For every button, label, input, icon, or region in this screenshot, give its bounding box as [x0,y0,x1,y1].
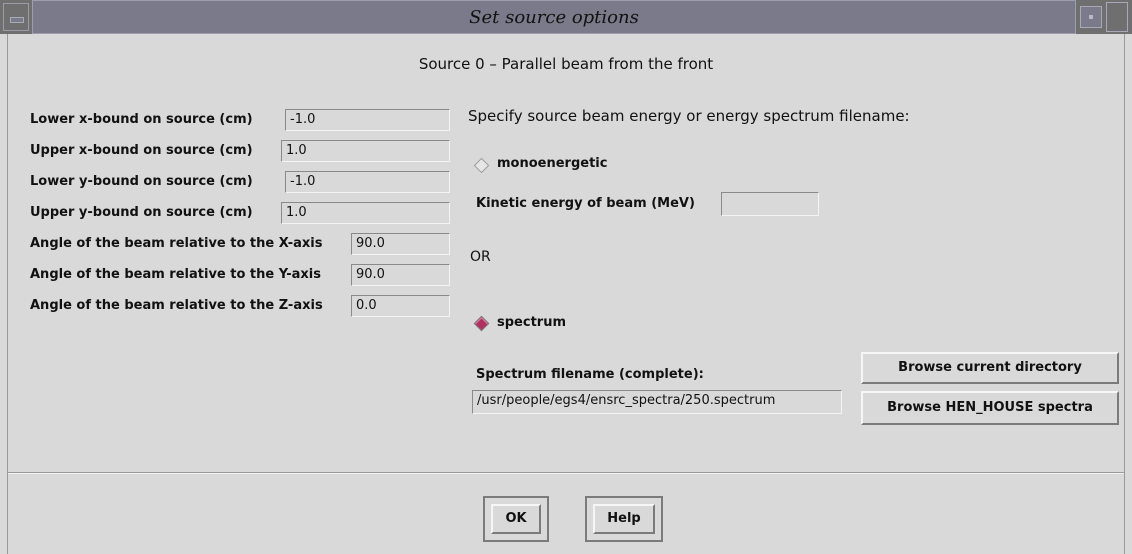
lower-y-bound-field[interactable]: -1.0 [285,171,450,193]
window-menu-frame [3,3,29,31]
window-frame-left [0,34,8,554]
window-title: Set source options [469,7,639,28]
ok-button-frame: OK [483,496,549,542]
lower-x-bound-label: Lower x-bound on source (cm) [30,112,253,127]
menu-dash-icon [10,17,24,23]
upper-x-bound-label: Upper x-bound on source (cm) [30,143,253,158]
browse-henhouse-spectra-button[interactable]: Browse HEN_HOUSE spectra [861,391,1119,425]
spectrum-label[interactable]: spectrum [497,315,566,330]
window-frame-right [1124,34,1132,554]
spectrum-filename-label: Spectrum filename (complete): [476,367,704,382]
angle-x-label: Angle of the beam relative to the X-axis [30,236,323,251]
minimize-icon [1089,15,1093,19]
spectrum-radio[interactable] [473,315,490,332]
title-bar-center[interactable]: Set source options [32,0,1076,34]
kinetic-energy-field[interactable] [721,192,819,216]
dialog-window: Set source options Source 0 – Parallel b… [0,0,1132,554]
maximize-button[interactable] [1106,2,1128,32]
window-menu-button[interactable] [0,0,32,34]
upper-y-bound-field[interactable]: 1.0 [281,202,450,224]
spectrum-filename-field[interactable]: /usr/people/egs4/ensrc_spectra/250.spect… [472,390,842,414]
source-header: Source 0 – Parallel beam from the front [418,55,714,73]
title-bar-controls [1076,0,1132,34]
angle-y-label: Angle of the beam relative to the Y-axis [30,267,321,282]
angle-y-field[interactable]: 90.0 [351,264,450,286]
upper-x-bound-field[interactable]: 1.0 [281,140,450,162]
button-separator [8,472,1124,474]
title-bar[interactable]: Set source options [0,0,1132,34]
browse-current-directory-button[interactable]: Browse current directory [861,352,1119,384]
help-button-frame: Help [585,496,663,542]
lower-y-bound-label: Lower y-bound on source (cm) [30,174,253,189]
lower-x-bound-field[interactable]: -1.0 [285,109,450,131]
upper-y-bound-label: Upper y-bound on source (cm) [30,205,253,220]
monoenergetic-radio[interactable] [473,157,490,174]
ok-button[interactable]: OK [491,504,541,534]
help-button[interactable]: Help [593,504,655,534]
angle-z-label: Angle of the beam relative to the Z-axis [30,298,323,313]
or-label: OR [470,249,491,265]
kinetic-energy-label: Kinetic energy of beam (MeV) [476,196,695,211]
minimize-button[interactable] [1080,6,1102,28]
angle-z-field[interactable]: 0.0 [351,295,450,317]
monoenergetic-label[interactable]: monoenergetic [497,156,607,171]
angle-x-field[interactable]: 90.0 [351,233,450,255]
energy-prompt: Specify source beam energy or energy spe… [468,107,910,125]
